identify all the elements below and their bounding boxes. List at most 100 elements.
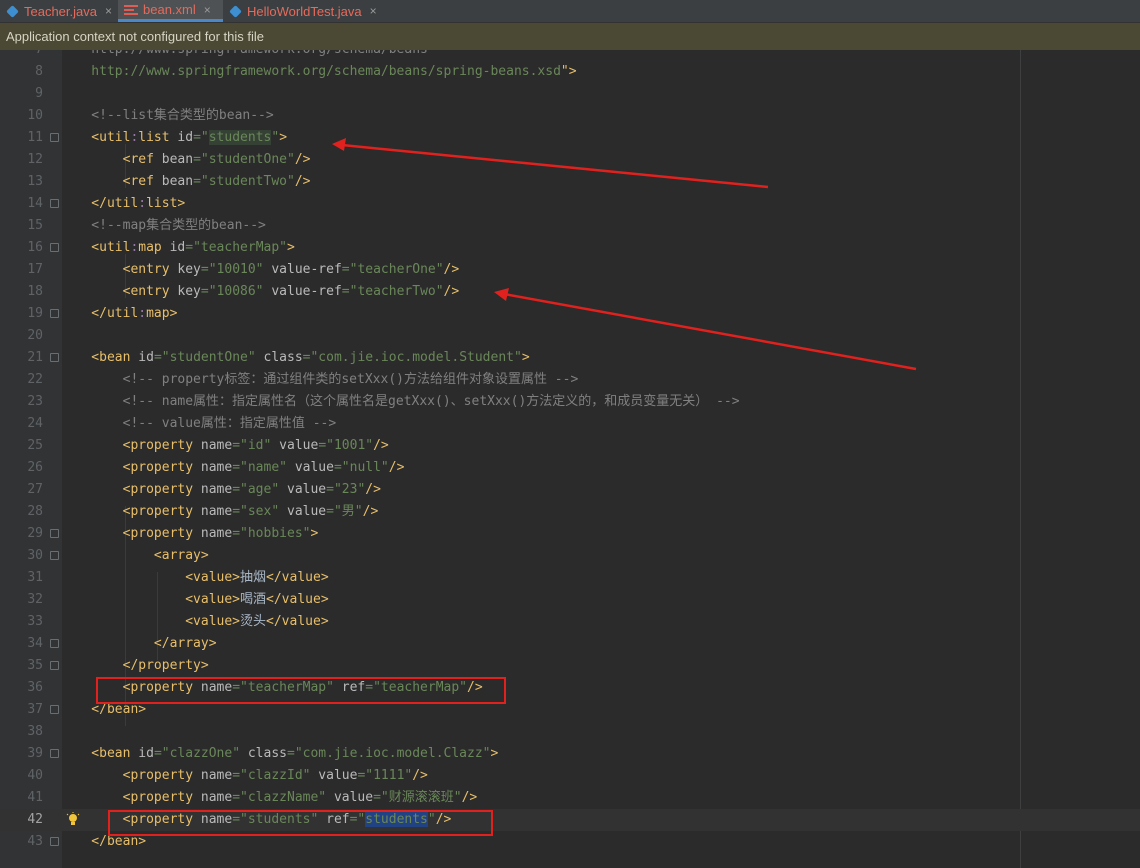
code-token: name (200, 504, 233, 519)
code-token: </util (60, 196, 139, 211)
code-line-15[interactable]: 15 <!--map集合类型的bean--> (0, 215, 1140, 237)
line-number: 20 (27, 328, 43, 343)
code-token: <entry (60, 284, 178, 299)
line-number: 13 (27, 174, 43, 189)
line-number: 19 (27, 306, 43, 321)
code-line-40[interactable]: 40 <property name="clazzId" value="1111"… (0, 765, 1140, 787)
code-line-41[interactable]: 41 <property name="clazzName" value="财源滚… (0, 787, 1140, 809)
code-token: list (138, 130, 178, 145)
code-text: <value>烫头</value> (60, 611, 328, 633)
fold-marker-icon[interactable] (50, 661, 59, 670)
code-token: bean (161, 152, 194, 167)
fold-marker-icon[interactable] (50, 639, 59, 648)
tab-bean-xml[interactable]: bean.xml × (118, 0, 223, 22)
line-number: 29 (27, 526, 43, 541)
code-token: ="财源滚滚班" (373, 790, 462, 805)
code-token: ="clazzId" (232, 768, 319, 783)
code-line-14[interactable]: 14 </util:list> (0, 193, 1140, 215)
code-token: name (200, 482, 233, 497)
code-token: id (177, 130, 194, 145)
fold-marker-icon[interactable] (50, 529, 59, 538)
code-line-34[interactable]: 34 </array> (0, 633, 1140, 655)
code-line-26[interactable]: 26 <property name="name" value="null"/> (0, 457, 1140, 479)
code-token: </property> (60, 658, 209, 673)
code-text: <bean id="studentOne" class="com.jie.ioc… (60, 347, 529, 369)
code-line-16[interactable]: 16 <util:map id="teacherMap"> (0, 237, 1140, 259)
line-number: 18 (27, 284, 43, 299)
code-line-22[interactable]: 22 <!-- property标签：通过组件类的setXxx()方法给组件对象… (0, 369, 1140, 391)
fold-marker-icon[interactable] (50, 353, 59, 362)
line-number: 12 (27, 152, 43, 167)
code-line-13[interactable]: 13 <ref bean="studentTwo"/> (0, 171, 1140, 193)
line-number: 10 (27, 108, 43, 123)
fold-marker-icon[interactable] (50, 749, 59, 758)
code-text: <value>抽烟</value> (60, 567, 329, 589)
code-token: <property (60, 768, 201, 783)
close-tab-icon[interactable]: × (105, 4, 112, 18)
code-token: </value> (266, 570, 329, 585)
code-line-11[interactable]: 11 <util:list id="students"> (0, 127, 1140, 149)
code-line-20[interactable]: 20 (0, 325, 1140, 347)
code-token: 烫头 (240, 614, 267, 629)
code-line-19[interactable]: 19 </util:map> (0, 303, 1140, 325)
code-line-28[interactable]: 28 <property name="sex" value="男"/> (0, 501, 1140, 523)
code-token: http://www.springframework.org/schema/be… (60, 64, 561, 79)
code-text: </util:map> (60, 303, 177, 325)
code-line-39[interactable]: 39 <bean id="clazzOne" class="com.jie.io… (0, 743, 1140, 765)
code-line-24[interactable]: 24 <!-- value属性：指定属性值 --> (0, 413, 1140, 435)
code-text: <bean id="clazzOne" class="com.jie.ioc.m… (60, 743, 498, 765)
code-line-30[interactable]: 30 <array> (0, 545, 1140, 567)
code-token: ="studentOne" (153, 350, 264, 365)
code-line-10[interactable]: 10 <!--list集合类型的bean--> (0, 105, 1140, 127)
code-token: value (318, 768, 358, 783)
code-token: > (310, 526, 319, 541)
code-token: ="name" (232, 460, 295, 475)
code-token: ="age" (232, 482, 287, 497)
tab-teacher-java[interactable]: Teacher.java × (0, 0, 118, 22)
code-token: 喝酒 (240, 592, 267, 607)
fold-marker-icon[interactable] (50, 551, 59, 560)
code-line-18[interactable]: 18 <entry key="10086" value-ref="teacher… (0, 281, 1140, 303)
code-line-17[interactable]: 17 <entry key="10010" value-ref="teacher… (0, 259, 1140, 281)
code-token: ="10010" (200, 262, 272, 277)
code-line-12[interactable]: 12 <ref bean="studentOne"/> (0, 149, 1140, 171)
code-line-35[interactable]: 35 </property> (0, 655, 1140, 677)
code-editor[interactable]: 7 http://www.springframework.org/schema/… (0, 50, 1140, 868)
code-token: </array> (60, 636, 217, 651)
close-tab-icon[interactable]: × (204, 3, 211, 17)
lightbulb-icon[interactable] (66, 812, 80, 828)
code-line-25[interactable]: 25 <property name="id" value="1001"/> (0, 435, 1140, 457)
code-token: class (247, 746, 287, 761)
line-number: 40 (27, 768, 43, 783)
code-line-32[interactable]: 32 <value>喝酒</value> (0, 589, 1140, 611)
code-line-7[interactable]: 7 http://www.springframework.org/schema/… (0, 50, 1140, 61)
code-line-29[interactable]: 29 <property name="hobbies"> (0, 523, 1140, 545)
code-line-33[interactable]: 33 <value>烫头</value> (0, 611, 1140, 633)
code-token: : (138, 306, 147, 321)
fold-marker-icon[interactable] (50, 705, 59, 714)
code-line-9[interactable]: 9 (0, 83, 1140, 105)
code-line-27[interactable]: 27 <property name="age" value="23"/> (0, 479, 1140, 501)
code-token: ="10086" (200, 284, 272, 299)
code-token: /> (443, 284, 460, 299)
code-line-21[interactable]: 21 <bean id="studentOne" class="com.jie.… (0, 347, 1140, 369)
close-tab-icon[interactable]: × (370, 4, 377, 18)
code-text: <ref bean="studentTwo"/> (60, 171, 311, 193)
code-token: id (169, 240, 186, 255)
code-token: <value> (60, 592, 241, 607)
notification-banner: Application context not configured for t… (0, 23, 1140, 50)
code-line-38[interactable]: 38 (0, 721, 1140, 743)
fold-marker-icon[interactable] (50, 243, 59, 252)
tab-helloworldtest-java[interactable]: HelloWorldTest.java × (223, 0, 383, 22)
code-text: <!-- value属性：指定属性值 --> (60, 413, 337, 435)
code-line-8[interactable]: 8 http://www.springframework.org/schema/… (0, 61, 1140, 83)
code-token: ="23" (326, 482, 366, 497)
fold-marker-icon[interactable] (50, 309, 59, 318)
fold-marker-icon[interactable] (50, 837, 59, 846)
code-token: ="com.jie.ioc.model.Clazz" (287, 746, 491, 761)
code-line-31[interactable]: 31 <value>抽烟</value> (0, 567, 1140, 589)
fold-marker-icon[interactable] (50, 199, 59, 208)
code-line-23[interactable]: 23 <!-- name属性：指定属性名（这个属性名是getXxx()、setX… (0, 391, 1140, 413)
fold-marker-icon[interactable] (50, 133, 59, 142)
line-number: 7 (0, 50, 43, 61)
